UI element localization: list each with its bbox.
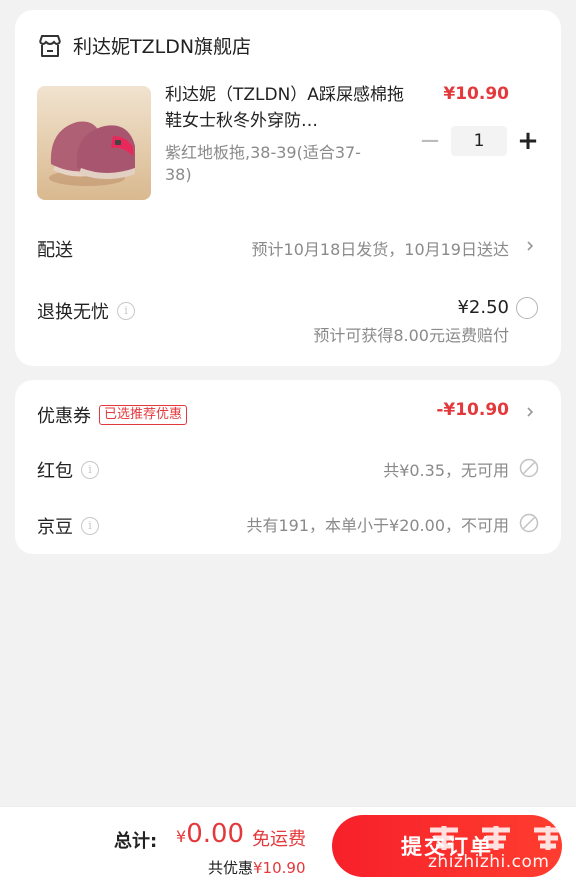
- coupon-tag: 已选推荐优惠: [99, 405, 188, 425]
- saved-amount: ¥10.90: [253, 859, 306, 877]
- store-name: 利达妮TZLDN旗舰店: [73, 36, 252, 58]
- total-value: 0.00: [186, 819, 245, 849]
- coupon-row: 优惠券 已选推荐优惠: [37, 402, 188, 428]
- quantity-input[interactable]: 1: [451, 126, 507, 156]
- free-shipping-label: 免运费: [252, 829, 306, 850]
- return-service-label: 退换无忧: [37, 302, 109, 323]
- red-packet-label: 红包: [37, 461, 73, 482]
- jd-beans-row: 京豆 i: [37, 513, 99, 539]
- chevron-right-icon[interactable]: [525, 241, 535, 251]
- info-icon[interactable]: i: [81, 461, 99, 479]
- order-store-card: 利达妮TZLDN旗舰店 利达妮（TZLDN）A踩屎感棉拖鞋女士秋冬外穿防… ¥1…: [15, 10, 561, 366]
- return-service-row: 退换无忧 i: [37, 298, 135, 324]
- product-price: ¥10.90: [443, 84, 509, 104]
- coupon-value[interactable]: -¥10.90: [436, 400, 509, 420]
- product-spec[interactable]: 紫红地板拖,38-39(适合37-38): [165, 142, 385, 186]
- return-service-note: 预计可获得8.00元运费赔付: [313, 326, 509, 345]
- unavailable-icon: [519, 513, 539, 533]
- store-icon: [39, 34, 61, 57]
- return-service-price: ¥2.50: [457, 297, 509, 318]
- product-title[interactable]: 利达妮（TZLDN）A踩屎感棉拖鞋女士秋冬外穿防…: [165, 82, 415, 134]
- shipping-estimate[interactable]: 预计10月18日发货，10月19日送达: [252, 236, 509, 260]
- coupon-label: 优惠券: [37, 406, 91, 427]
- total-label: 总计:: [114, 831, 158, 852]
- jd-beans-label: 京豆: [37, 517, 73, 538]
- saved-label: 共优惠: [208, 859, 254, 877]
- checkout-bar: 总计: ¥0.00 免运费 共优惠¥10.90 提交订单: [0, 806, 576, 885]
- watermark-text: zhizhizhi.com: [428, 852, 550, 872]
- slipper-product-image[interactable]: [37, 86, 151, 200]
- total-discount: 共优惠¥10.90: [208, 857, 306, 878]
- currency-symbol: ¥: [176, 827, 187, 846]
- store-header[interactable]: 利达妮TZLDN旗舰店: [37, 32, 251, 59]
- red-packet-value: 共¥0.35，无可用: [383, 461, 509, 480]
- info-icon[interactable]: i: [117, 302, 135, 320]
- discount-card: 优惠券 已选推荐优惠 -¥10.90 红包 i 共¥0.35，无可用 京豆 i …: [15, 380, 561, 554]
- jd-beans-value: 共有191，本单小于¥20.00，不可用: [246, 516, 509, 535]
- return-service-radio[interactable]: [516, 297, 538, 319]
- quantity-stepper: − 1 +: [417, 126, 541, 156]
- chevron-right-icon[interactable]: [525, 407, 535, 417]
- red-packet-row: 红包 i: [37, 457, 99, 483]
- unavailable-icon: [519, 458, 539, 478]
- info-icon[interactable]: i: [81, 517, 99, 535]
- total-amount: ¥0.00: [176, 819, 244, 849]
- increase-quantity-button[interactable]: +: [515, 128, 541, 154]
- shipping-label: 配送: [37, 240, 73, 261]
- decrease-quantity-button[interactable]: −: [417, 128, 443, 154]
